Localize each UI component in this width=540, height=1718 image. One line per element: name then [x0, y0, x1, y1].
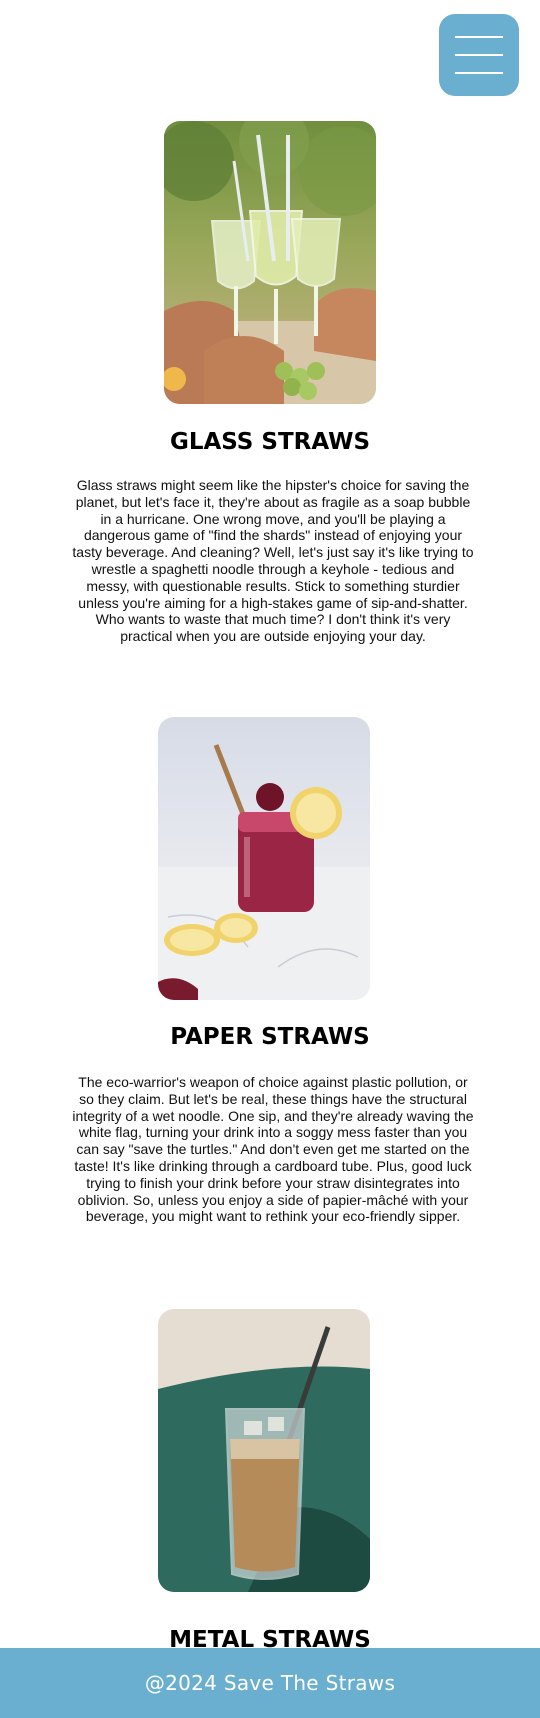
hamburger-menu-icon	[455, 36, 503, 38]
hamburger-menu-icon-line	[455, 72, 503, 74]
menu-button[interactable]	[439, 14, 519, 96]
footer-copyright: @2024 Save The Straws	[144, 1671, 396, 1695]
footer: @2024 Save The Straws	[0, 1648, 540, 1718]
section-text: The eco-warrior's weapon of choice again…	[72, 1074, 474, 1225]
metal-straws-photo	[158, 1309, 370, 1592]
hamburger-menu-icon-line	[455, 54, 503, 56]
section-title: GLASS STRAWS	[169, 429, 371, 455]
section-title: PAPER STRAWS	[170, 1024, 370, 1050]
paper-straws-photo	[158, 717, 370, 1000]
section-text: Glass straws might seem like the hipster…	[72, 477, 474, 645]
glass-straws-photo	[164, 121, 376, 404]
